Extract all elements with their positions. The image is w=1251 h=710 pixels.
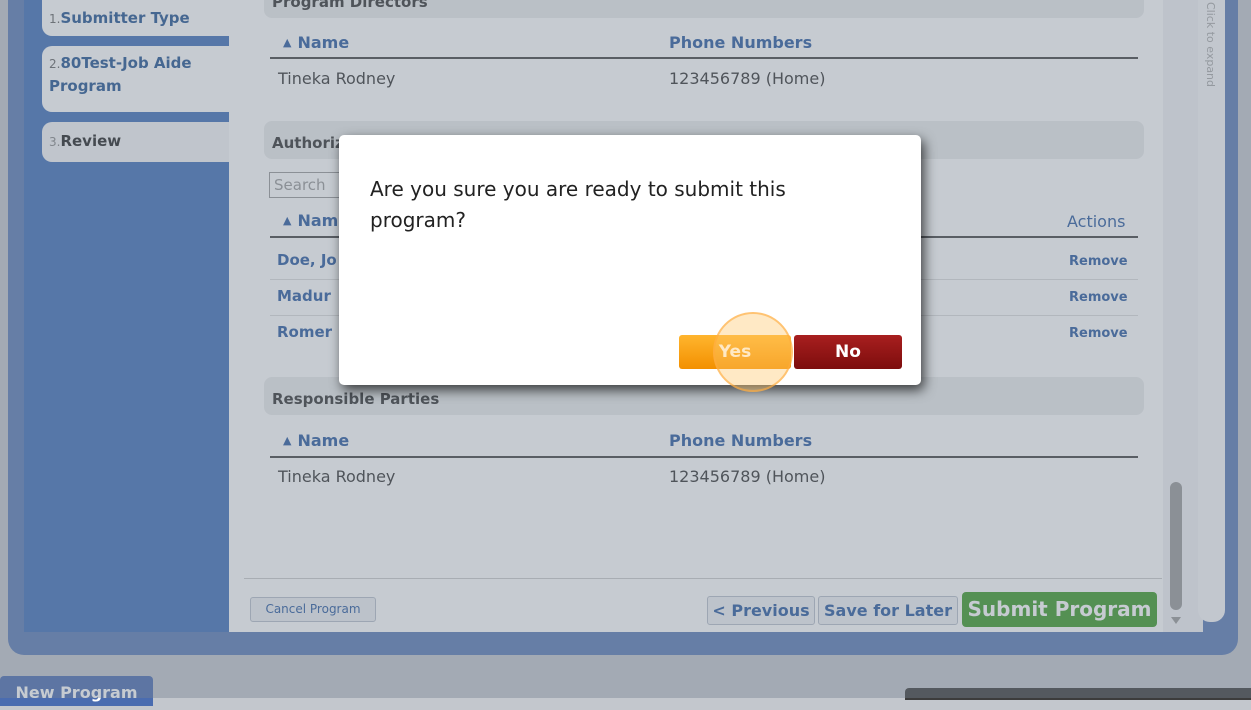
click-highlight xyxy=(713,312,793,392)
no-button[interactable]: No xyxy=(794,335,902,369)
dialog-message: Are you sure you are ready to submit thi… xyxy=(370,177,786,232)
confirm-submit-dialog: Are you sure you are ready to submit thi… xyxy=(339,135,921,392)
